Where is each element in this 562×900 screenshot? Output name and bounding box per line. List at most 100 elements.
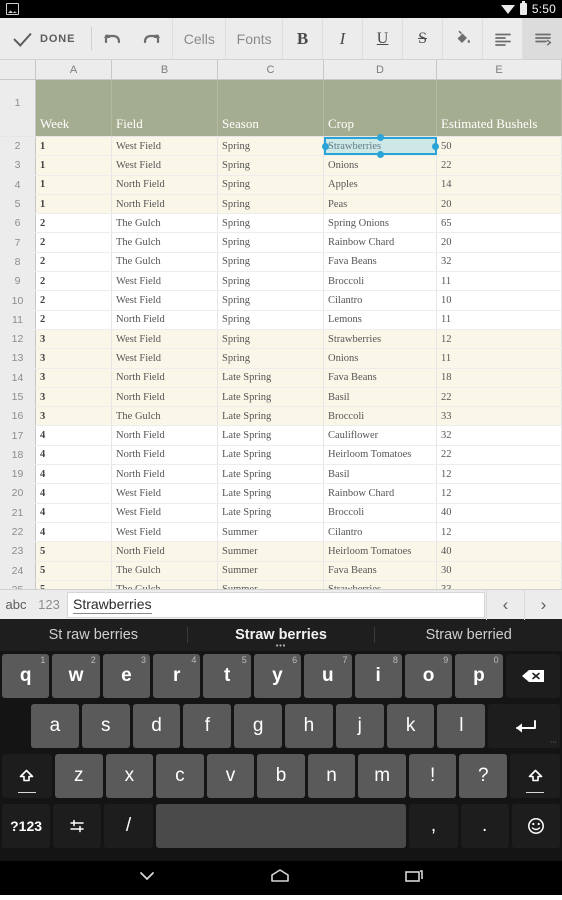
grid-cell[interactable]: Late Spring	[218, 407, 324, 426]
grid-cell[interactable]: The Gulch	[112, 252, 218, 272]
key-o[interactable]: 9o	[404, 654, 453, 698]
grid-cell[interactable]: North Field	[112, 310, 218, 329]
strikethrough-button[interactable]: S	[402, 18, 442, 59]
row-header-17[interactable]: 17	[0, 426, 36, 445]
key-h[interactable]: h	[285, 704, 333, 748]
next-cell-button[interactable]: ›	[524, 589, 562, 620]
key-shift-left[interactable]	[2, 754, 52, 798]
grid-cell[interactable]: 40	[437, 542, 562, 561]
grid-cell[interactable]: West Field	[112, 156, 218, 175]
grid-cell[interactable]: North Field	[112, 194, 218, 214]
grid-cell[interactable]: Fava Beans	[324, 252, 437, 272]
grid-cell[interactable]: North Field	[112, 368, 218, 387]
select-all-corner[interactable]	[0, 60, 36, 79]
grid-cell[interactable]: 3	[36, 329, 112, 349]
grid-cell[interactable]: Broccoli	[324, 407, 437, 426]
key-b[interactable]: b	[257, 754, 305, 798]
grid-cell[interactable]: North Field	[112, 387, 218, 407]
grid-cell[interactable]: Cauliflower	[324, 426, 437, 445]
grid-cell[interactable]: Onions	[324, 349, 437, 368]
fill-color-button[interactable]	[442, 18, 482, 59]
suggestion-2[interactable]: Straw berries	[186, 627, 375, 650]
grid-cell[interactable]: 4	[36, 503, 112, 522]
grid-cell[interactable]: 3	[36, 387, 112, 407]
grid-cell[interactable]: 4	[36, 426, 112, 445]
grid-cell[interactable]: 20	[437, 194, 562, 214]
row-header-13[interactable]: 13	[0, 349, 36, 368]
grid-cell[interactable]: 20	[437, 233, 562, 252]
row-header-7[interactable]: 7	[0, 233, 36, 252]
undo-button[interactable]	[92, 18, 132, 59]
grid-cell[interactable]: 1	[36, 156, 112, 175]
key-g[interactable]: g	[234, 704, 283, 748]
grid-cell[interactable]: Rainbow Chard	[324, 484, 437, 503]
grid-cell[interactable]: Heirloom Tomatoes	[324, 445, 437, 465]
grid-cell[interactable]: 4	[36, 484, 112, 503]
grid-cell[interactable]: The Gulch	[112, 561, 218, 580]
grid-cell[interactable]: Strawberries	[324, 137, 437, 156]
key-i[interactable]: 8i	[354, 654, 402, 698]
grid-cell[interactable]: 65	[437, 214, 562, 233]
grid-cell[interactable]: 22	[437, 156, 562, 175]
spreadsheet-grid[interactable]: A B C D E 1 Week Field Season Crop Estim…	[0, 60, 562, 589]
formula-input[interactable]: Strawberries	[67, 591, 485, 618]
header-cell-season[interactable]: Season	[218, 80, 324, 136]
grid-cell[interactable]: West Field	[112, 503, 218, 522]
grid-cell[interactable]: 2	[36, 291, 112, 310]
grid-cell[interactable]: 4	[36, 465, 112, 484]
grid-cell[interactable]: Spring	[218, 137, 324, 156]
grid-cell[interactable]: The Gulch	[112, 407, 218, 426]
grid-cell[interactable]: 14	[437, 175, 562, 194]
column-header-e[interactable]: E	[437, 60, 562, 79]
grid-cell[interactable]: Late Spring	[218, 387, 324, 407]
row-header-11[interactable]: 11	[0, 310, 36, 329]
grid-cell[interactable]: Fava Beans	[324, 561, 437, 580]
grid-cell[interactable]: North Field	[112, 445, 218, 465]
row-header-19[interactable]: 19	[0, 465, 36, 484]
grid-cell[interactable]: Late Spring	[218, 465, 324, 484]
previous-cell-button[interactable]: ‹	[486, 589, 524, 620]
back-button[interactable]	[135, 869, 159, 888]
grid-cell[interactable]: 12	[437, 329, 562, 349]
key-period[interactable]: .	[460, 804, 509, 848]
grid-cell[interactable]: Lemons	[324, 310, 437, 329]
grid-cell[interactable]: Spring	[218, 252, 324, 272]
suggestion-1[interactable]: St raw berries	[0, 627, 187, 643]
row-header-15[interactable]: 15	[0, 387, 36, 407]
grid-cell[interactable]: Late Spring	[218, 484, 324, 503]
cells-button[interactable]: Cells	[172, 18, 225, 59]
key-symbols[interactable]: ?123	[1, 804, 51, 848]
row-header-25[interactable]: 25	[0, 580, 36, 589]
key-r[interactable]: 4r	[153, 654, 201, 698]
key-p[interactable]: 0p	[455, 654, 503, 698]
key-space[interactable]	[155, 804, 407, 848]
grid-cell[interactable]: Late Spring	[218, 368, 324, 387]
grid-cell[interactable]: Summer	[218, 522, 324, 542]
grid-cell[interactable]: West Field	[112, 522, 218, 542]
fonts-button[interactable]: Fonts	[225, 18, 282, 59]
grid-cell[interactable]: West Field	[112, 484, 218, 503]
grid-cell[interactable]: Spring	[218, 291, 324, 310]
grid-cell[interactable]: West Field	[112, 349, 218, 368]
row-header-22[interactable]: 22	[0, 522, 36, 542]
grid-cell[interactable]: The Gulch	[112, 580, 218, 589]
grid-cell[interactable]: Spring	[218, 156, 324, 175]
grid-cell[interactable]: West Field	[112, 291, 218, 310]
header-cell-week[interactable]: Week	[36, 80, 112, 136]
grid-cell[interactable]: Cilantro	[324, 291, 437, 310]
grid-cell[interactable]: 32	[437, 252, 562, 272]
home-button[interactable]	[267, 868, 293, 889]
grid-cell[interactable]: 32	[437, 426, 562, 445]
key-f[interactable]: f	[183, 704, 232, 748]
grid-cell[interactable]: Spring	[218, 329, 324, 349]
grid-cell[interactable]: 2	[36, 214, 112, 233]
header-cell-bushels[interactable]: Estimated Bushels	[437, 80, 562, 136]
column-header-a[interactable]: A	[36, 60, 112, 79]
column-header-b[interactable]: B	[112, 60, 218, 79]
header-cell-crop[interactable]: Crop	[324, 80, 437, 136]
grid-cell[interactable]: 3	[36, 407, 112, 426]
row-header-16[interactable]: 16	[0, 407, 36, 426]
key-u[interactable]: 7u	[304, 654, 352, 698]
grid-cell[interactable]: Summer	[218, 580, 324, 589]
grid-cell[interactable]: North Field	[112, 465, 218, 484]
